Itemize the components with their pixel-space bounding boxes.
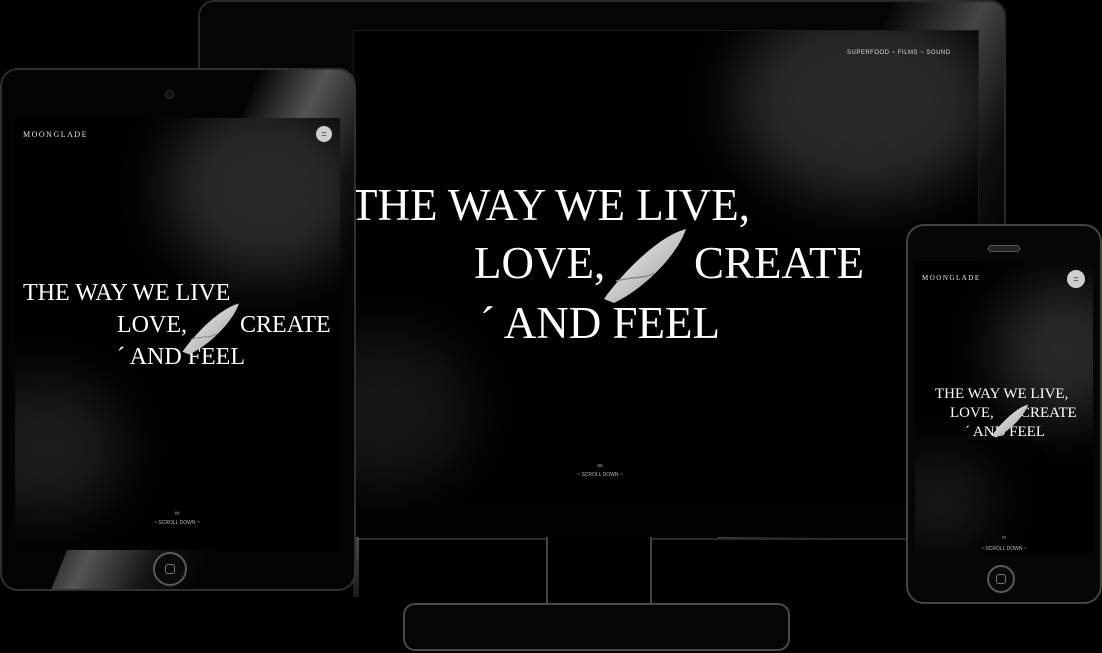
desktop-screen: MOONGLADE SUPERFOOD ~ FILMS ~ SOUND THE … [353, 30, 979, 509]
monitor-chin [353, 507, 977, 537]
scroll-down-link[interactable]: ~ SCROLL DOWN ~ [137, 520, 217, 526]
phone-screen: MOONGLADE = THE WAY WE LIVE, LOVE, CREAT… [915, 261, 1093, 554]
screen-glow [15, 378, 125, 518]
infinity-icon: ∞ [597, 461, 603, 470]
phone-home-button[interactable] [987, 565, 1015, 593]
hamburger-menu-icon[interactable]: = [316, 126, 332, 142]
screen-glow [915, 451, 995, 551]
site-logo[interactable]: MOONGLADE [23, 130, 88, 139]
tablet-camera [165, 90, 174, 99]
infinity-icon: ∞ [174, 510, 180, 517]
headline-line-2-right: CREATE [240, 312, 331, 338]
headline-line-2-right: CREATE [694, 238, 865, 288]
surfboard-image [991, 404, 1029, 438]
screen-glow [165, 118, 340, 278]
home-button-icon [996, 574, 1006, 584]
monitor-stand-neck [546, 537, 652, 605]
screen-glow [354, 331, 474, 491]
nav-item-sound[interactable]: SOUND [926, 50, 950, 56]
desktop-nav: SUPERFOOD ~ FILMS ~ SOUND [847, 50, 951, 56]
monitor-stand-base [403, 603, 790, 651]
headline-line-2-left: LOVE, [474, 238, 606, 288]
tablet-screen: MOONGLADE = THE WAY WE LIVE LOVE, CREATE… [15, 118, 340, 550]
surfboard-image [604, 229, 686, 303]
phone-speaker [988, 245, 1020, 252]
nav-separator: ~ [891, 50, 896, 56]
surfboard-image [182, 303, 239, 355]
scroll-down-link[interactable]: ~ SCROLL DOWN ~ [964, 546, 1044, 552]
infinity-icon: ∞ [1001, 535, 1007, 541]
nav-item-superfood[interactable]: SUPERFOOD [847, 50, 890, 56]
hamburger-menu-icon[interactable]: = [1067, 270, 1085, 288]
site-logo[interactable]: MOONGLADE [922, 274, 981, 282]
tablet-home-button[interactable] [153, 552, 187, 586]
home-button-icon [165, 564, 175, 574]
nav-item-films[interactable]: FILMS [898, 50, 918, 56]
nav-separator: ~ [920, 50, 925, 56]
scroll-down-link[interactable]: ~ SCROLL DOWN ~ [560, 472, 640, 478]
